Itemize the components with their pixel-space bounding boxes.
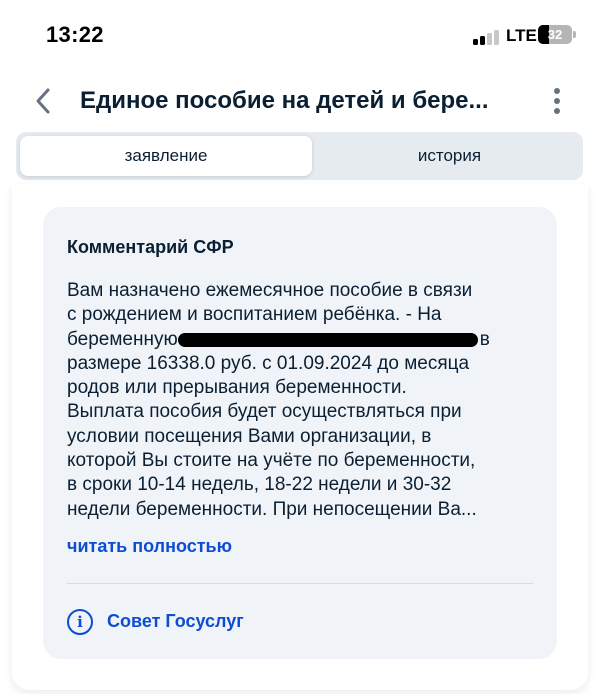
tab-application[interactable]: заявление (20, 136, 312, 176)
battery-percent: 32 (547, 27, 563, 42)
kebab-menu-icon[interactable] (546, 84, 568, 118)
network-type: LTE (506, 26, 537, 45)
tab-history[interactable]: история (316, 132, 583, 180)
comment-line: родов или прерывания беременности. (67, 377, 407, 399)
divider (67, 583, 533, 584)
cellular-signal-icon (473, 29, 503, 45)
comment-line: с рождением и воспитанием ребёнка. - На (67, 304, 442, 326)
advice-label: Совет Госуслуг (107, 611, 244, 631)
comment-title: Комментарий СФР (67, 237, 234, 257)
battery-tip (573, 31, 576, 38)
redaction-mark (177, 332, 478, 347)
status-time: 13:22 (46, 22, 104, 47)
comment-line-end: в (479, 328, 490, 350)
status-bar: 13:22 LTE 32 (0, 0, 600, 70)
info-icon: i (67, 609, 93, 635)
comment-line: Выплата пособия будет осуществляться при (67, 401, 462, 423)
read-more-link[interactable]: читать полностью (67, 536, 232, 557)
comment-line-start: беременную (67, 328, 178, 350)
comment-line: условии посещения Вами организации, в (67, 425, 432, 447)
app-header: Единое пособие на детей и бере... (0, 76, 600, 126)
sfr-comment-card: Комментарий СФР Вам назначено ежемесячно… (43, 207, 557, 659)
page-title: Единое пособие на детей и бере... (80, 87, 489, 114)
comment-text: Вам назначено ежемесячное пособие в связ… (67, 279, 533, 522)
comment-line: Вам назначено ежемесячное пособие в связ… (67, 280, 473, 301)
comment-line-redacted: беременную в (67, 328, 533, 352)
comment-line: в сроки 10-14 недель, 18-22 недели и 30-… (67, 474, 452, 496)
tab-bar: заявление история (16, 132, 583, 180)
comment-line: размере 16338.0 руб. с 01.09.2024 до мес… (67, 352, 470, 374)
chevron-left-icon[interactable] (30, 84, 60, 118)
comment-line: которой Вы стоите на учёте по беременнос… (67, 450, 476, 472)
battery-icon: 32 (538, 25, 572, 44)
comment-line: недели беременности. При непосещении Ва.… (67, 498, 477, 520)
